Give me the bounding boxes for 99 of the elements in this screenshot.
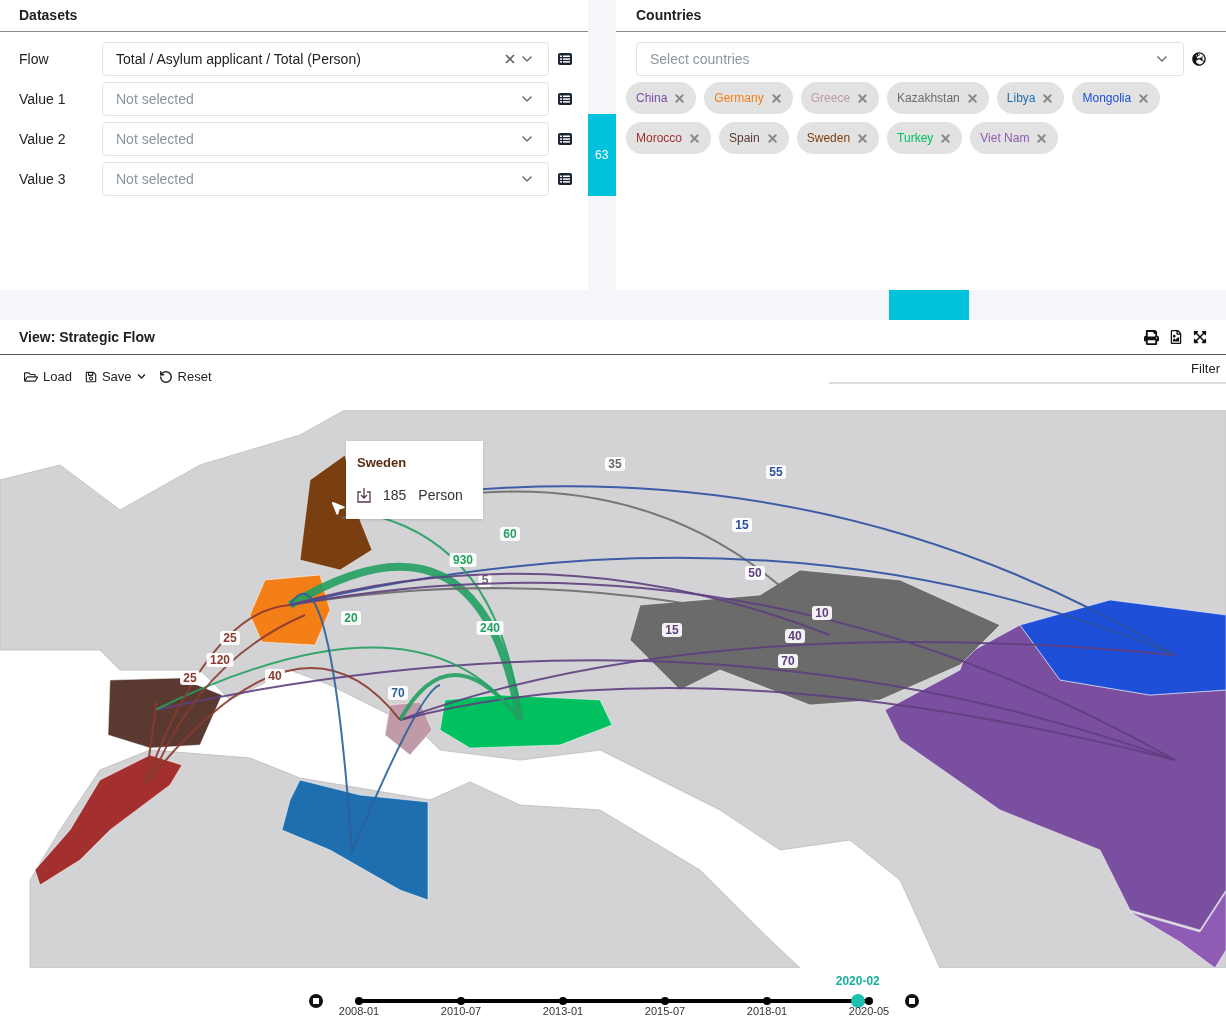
dataset-select[interactable]: Not selected — [102, 162, 549, 196]
remove-icon[interactable] — [688, 131, 701, 145]
toolbar-button[interactable]: Save — [84, 367, 146, 387]
field-label: Flow — [18, 49, 50, 69]
tick-label: 2013-01 — [542, 1005, 584, 1017]
list-icon[interactable] — [558, 133, 572, 145]
field-label: Value 3 — [18, 169, 67, 189]
remove-icon[interactable] — [1137, 91, 1151, 105]
country-select[interactable]: Select countries — [636, 42, 1184, 76]
country-tag[interactable]: Spain — [719, 122, 789, 154]
clear-icon[interactable] — [503, 52, 517, 66]
flow-value: 70 — [388, 686, 408, 700]
expand-icon[interactable] — [1193, 330, 1207, 344]
country-tag[interactable]: Kazakhstan — [887, 82, 989, 114]
country-tag[interactable]: Viet Nam — [970, 122, 1059, 154]
flow-value: 15 — [662, 623, 682, 637]
tooltip-title: Sweden — [357, 454, 408, 472]
list-icon[interactable] — [558, 173, 572, 185]
flow-value: 25 — [220, 631, 240, 645]
current-date: 2020-02 — [835, 973, 880, 990]
caret-icon — [136, 372, 146, 382]
country-tag[interactable]: China — [626, 82, 697, 114]
country-shape[interactable] — [884, 624, 1226, 931]
panel-title: Countries — [616, 0, 1226, 32]
flow-value: 10 — [812, 606, 832, 620]
dataset-select[interactable]: Not selected — [102, 82, 549, 116]
flow-value: 70 — [778, 654, 798, 668]
tick-label: 2010-07 — [440, 1005, 482, 1017]
tick-label: 2008-01 — [338, 1005, 380, 1017]
file-icon[interactable] — [1169, 330, 1183, 344]
flow-value: 120 — [206, 653, 234, 667]
country-tag[interactable]: Mongolia — [1072, 82, 1161, 114]
country-shape[interactable] — [249, 574, 331, 646]
tag-label: Viet Nam — [980, 130, 1030, 147]
tag-label: Sweden — [806, 130, 851, 147]
flow-value: 20 — [341, 611, 361, 625]
remove-icon[interactable] — [965, 91, 979, 105]
start-button[interactable] — [309, 994, 323, 1008]
country-shape[interactable] — [384, 701, 433, 756]
tag-label: Germany — [714, 90, 764, 107]
toolbar-button[interactable]: Load — [24, 367, 72, 387]
remove-icon[interactable] — [1035, 131, 1049, 145]
country-shape[interactable] — [629, 569, 1001, 706]
print-icon[interactable] — [1144, 329, 1159, 345]
tag-label: Mongolia — [1082, 90, 1132, 107]
flow-value: 240 — [476, 621, 504, 635]
field-label: Value 1 — [18, 89, 67, 109]
remove-icon[interactable] — [856, 131, 870, 145]
field-label: Value 2 — [18, 129, 67, 149]
flow-value: 930 — [449, 553, 477, 567]
import-icon — [357, 487, 371, 503]
flow-value: 60 — [500, 527, 520, 541]
remove-icon[interactable] — [856, 91, 870, 105]
country-shape[interactable] — [1129, 891, 1226, 968]
tick-label: 2018-01 — [746, 1005, 788, 1017]
dataset-select[interactable]: Total / Asylum applicant / Total (Person) — [102, 42, 549, 76]
filter-field[interactable]: Filter — [829, 355, 1226, 384]
tag-label: Turkey — [897, 130, 934, 147]
list-icon[interactable] — [558, 53, 572, 65]
flow-value: 15 — [732, 518, 752, 532]
country-shape[interactable] — [34, 754, 183, 886]
tooltip-value: 185 — [383, 485, 407, 505]
folder-icon — [24, 369, 38, 384]
reset-icon — [158, 369, 173, 384]
list-icon[interactable] — [558, 93, 572, 105]
tick-label: 2020-05 — [848, 1005, 890, 1017]
tag-label: Morocco — [636, 130, 682, 147]
end-button[interactable] — [905, 994, 919, 1008]
tag-label: China — [636, 90, 668, 107]
save-icon — [84, 370, 97, 383]
tag-label: Libya — [1006, 90, 1036, 107]
flow-value: 40 — [785, 629, 805, 643]
country-tag[interactable]: Morocco — [626, 122, 711, 154]
tag-label: Kazakhstan — [897, 90, 960, 107]
timeline-thumb[interactable] — [850, 994, 865, 1008]
remove-icon[interactable] — [765, 131, 779, 145]
tag-label: Greece — [810, 90, 851, 107]
remove-icon[interactable] — [939, 131, 953, 145]
flow-value: 50 — [745, 566, 765, 580]
country-shape[interactable] — [1019, 599, 1226, 696]
country-shape[interactable] — [281, 779, 429, 901]
remove-icon[interactable] — [673, 91, 687, 105]
remove-icon[interactable] — [1041, 91, 1055, 105]
tick-label: 2015-07 — [644, 1005, 686, 1017]
globe-icon[interactable] — [1192, 52, 1206, 66]
flow-value: 55 — [766, 465, 786, 479]
country-shape[interactable] — [439, 694, 613, 749]
dataset-select[interactable]: Not selected — [102, 122, 549, 156]
tag-label: Spain — [729, 130, 760, 147]
flow-value: 25 — [180, 671, 200, 685]
country-tag[interactable]: Libya — [996, 82, 1065, 114]
tooltip-unit: Person — [418, 485, 463, 505]
toolbar-button[interactable]: Reset — [158, 367, 212, 387]
country-tag[interactable]: Sweden — [796, 122, 880, 154]
remove-icon[interactable] — [769, 91, 783, 105]
panel-title: Datasets — [0, 0, 588, 32]
view-title: View: Strategic Flow — [19, 327, 156, 347]
flow-value: 35 — [605, 457, 625, 471]
flow-value: 40 — [265, 669, 285, 683]
